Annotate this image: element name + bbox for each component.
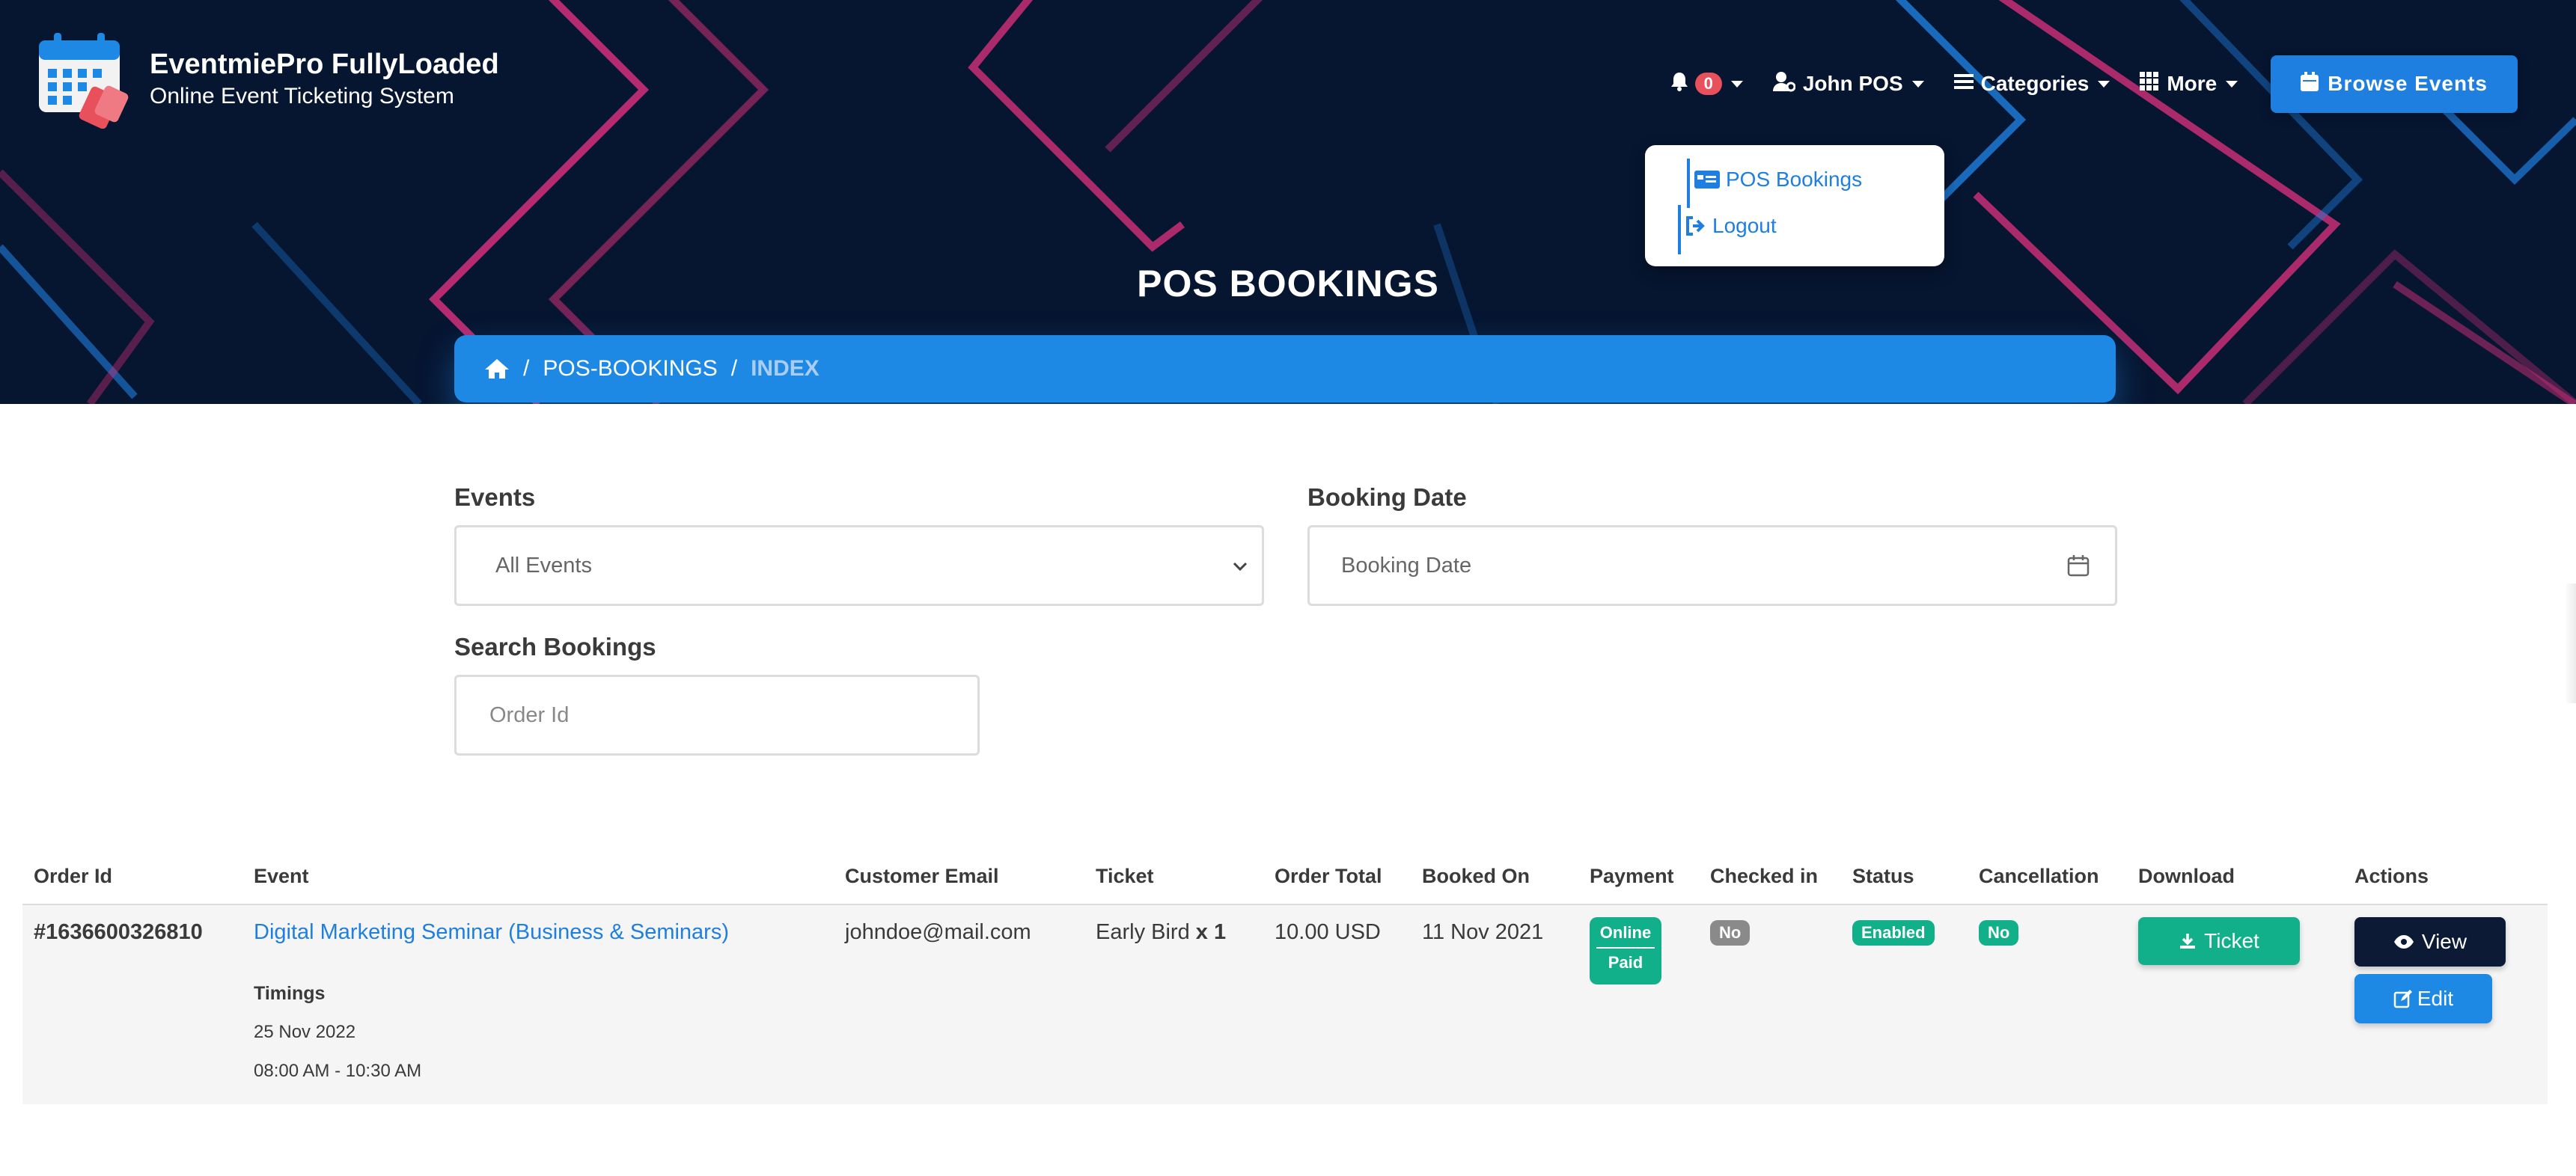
- hero-header: EventmiePro FullyLoaded Online Event Tic…: [0, 0, 2576, 404]
- pos-bookings-label: POS Bookings: [1726, 168, 1863, 191]
- payment-method: Online: [1599, 923, 1652, 942]
- status-badge: Enabled: [1852, 920, 1935, 946]
- logout-label: Logout: [1712, 214, 1777, 237]
- user-menu[interactable]: John POS: [1772, 71, 1924, 97]
- order-id-search-input[interactable]: Order Id: [454, 675, 980, 756]
- customer-email: johndoe@mail.com: [845, 920, 1031, 944]
- logout-icon: [1685, 216, 1706, 236]
- view-button[interactable]: View: [2354, 917, 2506, 967]
- col-order-total: Order Total: [1275, 865, 1382, 887]
- notifications-menu[interactable]: 0: [1670, 71, 1743, 97]
- cancellation-badge: No: [1979, 920, 2019, 946]
- col-status: Status: [1852, 865, 1914, 887]
- categories-menu[interactable]: Categories: [1953, 72, 2110, 96]
- edit-icon: [2393, 989, 2413, 1008]
- chevron-down-icon: [2226, 80, 2238, 88]
- page-title: POS BOOKINGS: [1137, 263, 1439, 304]
- more-label: More: [2167, 72, 2218, 95]
- booking-date-filter-label: Booking Date: [1307, 483, 1467, 511]
- col-download: Download: [2138, 865, 2235, 887]
- brand-subtitle: Online Event Ticketing System: [150, 84, 454, 108]
- events-select[interactable]: All Events: [454, 525, 1264, 606]
- order-id-placeholder: Order Id: [489, 702, 570, 727]
- breadcrumb: / POS-BOOKINGS / INDEX: [454, 335, 2116, 402]
- col-cancellation: Cancellation: [1979, 865, 2099, 887]
- bell-icon: [1670, 71, 1689, 97]
- user-icon: [1772, 71, 1796, 97]
- brand-title: EventmiePro FullyLoaded: [150, 49, 499, 80]
- categories-label: Categories: [1980, 72, 2090, 95]
- home-icon[interactable]: [484, 358, 510, 380]
- ticket-quantity: x 1: [1195, 920, 1227, 944]
- active-indicator: [1687, 159, 1690, 208]
- badge-divider: [1596, 947, 1655, 949]
- calendar-icon: [2301, 71, 2319, 97]
- browse-events-button[interactable]: Browse Events: [2271, 55, 2518, 113]
- breadcrumb-current: INDEX: [751, 356, 820, 381]
- brand[interactable]: EventmiePro FullyLoaded Online Event Tic…: [36, 30, 499, 129]
- bookings-table-header: Order Id Event Customer Email Ticket Ord…: [22, 860, 2548, 906]
- eye-icon: [2393, 934, 2414, 949]
- search-bookings-label: Search Bookings: [454, 633, 656, 661]
- col-event: Event: [254, 865, 309, 887]
- booked-on: 11 Nov 2021: [1422, 920, 1544, 944]
- payment-status: Paid: [1608, 953, 1643, 972]
- chevron-down-icon: [2098, 80, 2110, 88]
- user-name: John POS: [1802, 72, 1903, 95]
- payment-badge: Online Paid: [1590, 917, 1661, 984]
- col-order-id: Order Id: [34, 865, 113, 887]
- booking-date-input[interactable]: Booking Date: [1307, 525, 2117, 606]
- download-ticket-button[interactable]: Ticket: [2138, 917, 2300, 965]
- calendar-icon[interactable]: [2067, 554, 2090, 583]
- col-payment: Payment: [1590, 865, 1674, 887]
- chevron-down-icon: [1730, 80, 1743, 88]
- timing-time: 08:00 AM - 10:30 AM: [254, 1061, 422, 1081]
- booking-date-placeholder: Booking Date: [1341, 553, 1472, 578]
- user-dropdown-menu: POS Bookings Logout: [1645, 145, 1944, 266]
- event-link[interactable]: Digital Marketing Seminar (Business & Se…: [254, 920, 729, 945]
- calendar-ticket-logo-icon: [36, 30, 129, 129]
- events-select-value: All Events: [495, 553, 592, 578]
- edit-button[interactable]: Edit: [2354, 974, 2492, 1023]
- download-ticket-label: Ticket: [2204, 929, 2259, 952]
- download-icon: [2179, 932, 2197, 950]
- col-customer-email: Customer Email: [845, 865, 999, 887]
- table-row: #1636600326810 Digital Marketing Seminar…: [22, 905, 2548, 1104]
- chevron-down-icon: [1232, 556, 1248, 581]
- view-label: View: [2421, 930, 2467, 953]
- breadcrumb-separator: /: [730, 356, 738, 381]
- chevron-down-icon: [1911, 80, 1924, 88]
- timings-label: Timings: [254, 983, 326, 1004]
- browse-events-label: Browse Events: [2328, 72, 2488, 95]
- ticket-info: Early Bird x 1: [1096, 920, 1226, 945]
- col-checked-in: Checked in: [1710, 865, 1819, 887]
- order-id: #1636600326810: [34, 920, 203, 944]
- top-navigation: 0 John POS Categories More Browse Events: [1640, 54, 2576, 114]
- breadcrumb-separator: /: [523, 356, 530, 381]
- col-ticket: Ticket: [1096, 865, 1154, 887]
- active-indicator: [1678, 205, 1681, 254]
- checked-in-badge: No: [1710, 920, 1751, 946]
- right-edge-shadow: [2564, 584, 2576, 703]
- edit-label: Edit: [2417, 987, 2454, 1010]
- dropdown-item-pos-bookings[interactable]: POS Bookings: [1687, 159, 1863, 208]
- col-actions: Actions: [2354, 865, 2429, 887]
- id-card-icon: [1694, 171, 1720, 189]
- grid-icon: [2140, 71, 2159, 97]
- order-total: 10.00 USD: [1275, 920, 1381, 944]
- col-booked-on: Booked On: [1422, 865, 1530, 887]
- ticket-name: Early Bird: [1096, 920, 1190, 944]
- breadcrumb-link-pos-bookings[interactable]: POS-BOOKINGS: [543, 356, 717, 382]
- dropdown-item-logout[interactable]: Logout: [1678, 205, 1777, 254]
- more-menu[interactable]: More: [2140, 71, 2238, 97]
- timing-date: 25 Nov 2022: [254, 1022, 356, 1042]
- list-icon: [1953, 72, 1974, 96]
- notification-count-badge: 0: [1694, 73, 1722, 95]
- events-filter-label: Events: [454, 483, 536, 511]
